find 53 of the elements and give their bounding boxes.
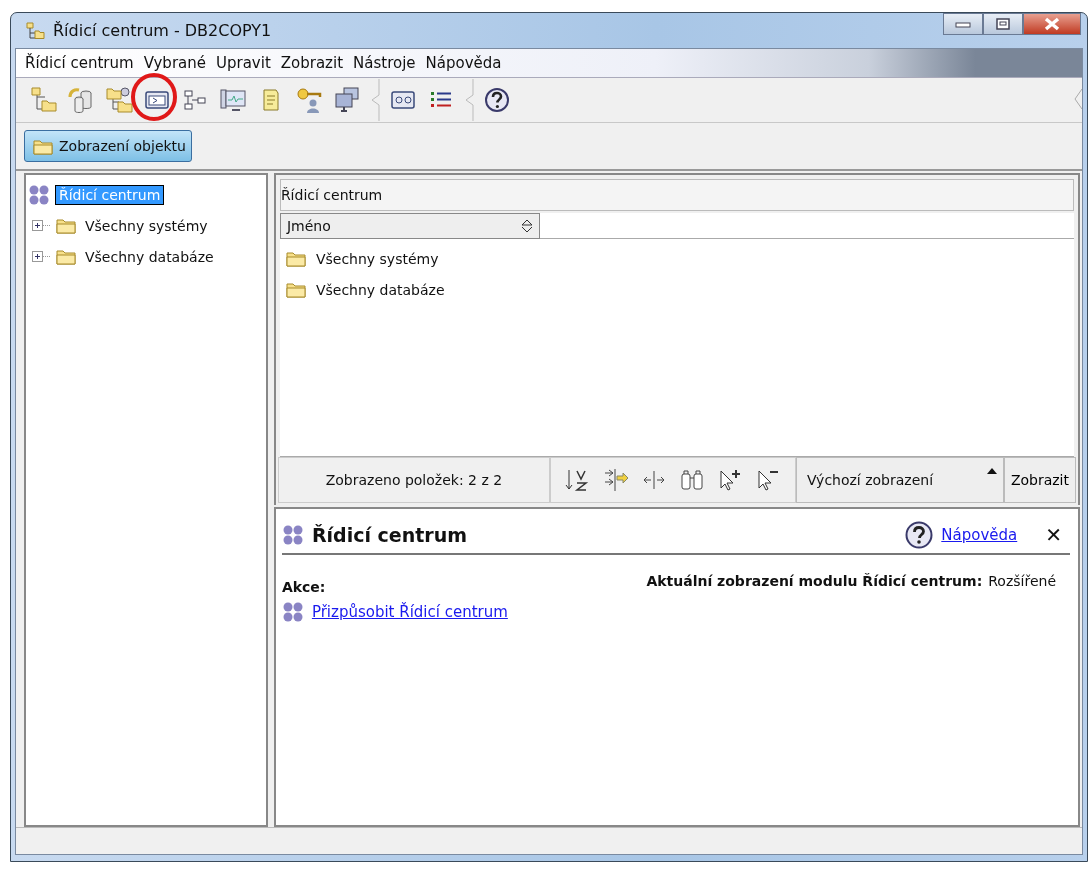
caret-icon [986, 468, 997, 474]
menu-item[interactable]: Nástroje [348, 52, 421, 74]
close-button[interactable] [1023, 13, 1081, 35]
close-button[interactable]: ✕ [1045, 523, 1062, 547]
cluster-icon [281, 601, 304, 623]
menu-item[interactable]: Zobrazit [275, 52, 349, 74]
filter-icon[interactable] [602, 468, 629, 492]
toolbar-separator [464, 79, 474, 121]
item-count: Zobrazeno položek: 2 z 2 [277, 457, 550, 503]
list-item[interactable]: Všechny systémy [315, 250, 439, 267]
view-select[interactable]: Výchozí zobrazení [795, 457, 1004, 503]
binoculars-icon[interactable] [678, 468, 705, 492]
folder-icon [33, 137, 53, 155]
tree-item[interactable]: Všechny systémy [82, 216, 211, 235]
minimize-button[interactable] [943, 13, 983, 35]
sort-icon [520, 219, 533, 233]
folder-icon [285, 281, 306, 298]
key-user-icon[interactable] [294, 85, 324, 115]
view-value: Rozšířené [988, 573, 1056, 589]
app-icon [25, 20, 45, 41]
view-tab[interactable]: Zobrazení objektu [24, 130, 192, 162]
help-icon [905, 521, 934, 549]
maximize-button[interactable] [983, 13, 1023, 35]
maximize-icon [996, 18, 1010, 30]
help-icon[interactable] [482, 85, 512, 115]
expand-icon[interactable] [32, 220, 50, 231]
cluster-icon [281, 524, 304, 546]
menu-item[interactable]: Upravit [211, 52, 276, 74]
column-header[interactable]: Jméno [279, 213, 540, 239]
toolbar-separator [370, 79, 380, 121]
folder-icon [56, 248, 76, 265]
window-title: Řídicí centrum - DB2COPY1 [53, 21, 273, 40]
menu-item[interactable]: Řídicí centrum [20, 52, 139, 74]
tree-item[interactable]: Všechny databáze [82, 247, 217, 266]
monitors-icon[interactable] [332, 85, 362, 115]
menu-item[interactable]: Nápověda [420, 52, 507, 74]
minimize-icon [955, 20, 971, 28]
action-link[interactable]: Přizpůsobit Řídicí centrum [311, 603, 508, 621]
close-icon [1043, 17, 1061, 31]
list-item[interactable]: Všechny databáze [315, 281, 445, 298]
folder-icon [285, 250, 306, 267]
folder-user-icon[interactable] [104, 85, 134, 115]
view-label: Aktuální zobrazení modulu Řídicí centrum: [646, 573, 983, 589]
menu-item[interactable]: Vybrané [138, 52, 211, 74]
sort-icon[interactable] [564, 468, 591, 492]
help-link[interactable]: Nápověda [941, 526, 1018, 544]
folder-icon [56, 217, 76, 234]
path-field: Řídicí centrum [279, 179, 1074, 211]
panel-title: Řídicí centrum [311, 524, 468, 546]
actions-label: Akce: [281, 579, 327, 595]
show-button[interactable]: Zobrazit [1003, 457, 1076, 503]
expand-icon[interactable] [32, 251, 50, 262]
cluster-icon [28, 183, 50, 206]
